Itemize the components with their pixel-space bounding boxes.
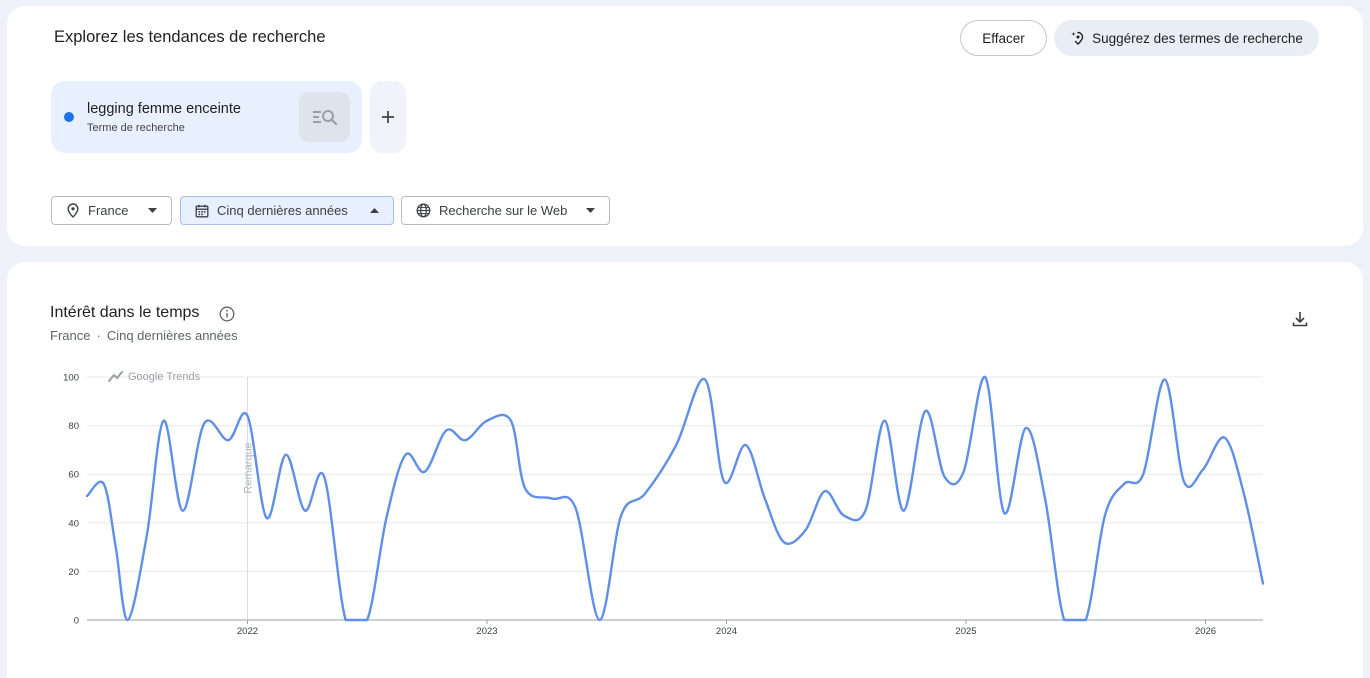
time-filter-label: Cinq dernières années [217, 203, 348, 218]
explore-card: Explorez les tendances de recherche Effa… [7, 6, 1363, 246]
x-tick-label: 2025 [955, 626, 976, 637]
watermark-label: Google Trends [128, 371, 201, 383]
add-term-button[interactable] [370, 81, 406, 153]
chevron-down-icon [586, 208, 595, 213]
property-filter-label: Recherche sur le Web [439, 203, 568, 218]
sparkle-pin-icon [1071, 31, 1084, 45]
calendar-icon [195, 204, 209, 217]
y-tick-label: 80 [68, 421, 79, 432]
plus-icon [382, 111, 394, 123]
y-tick-label: 100 [63, 373, 79, 384]
clear-button[interactable]: Effacer [960, 20, 1047, 56]
globe-icon [416, 203, 431, 218]
search-term-chip[interactable]: legging femme enceinte Terme de recherch… [51, 81, 362, 153]
x-tick-label: 2024 [716, 626, 737, 637]
suggest-terms-label: Suggérez des termes de recherche [1092, 30, 1303, 46]
geo-filter-label: France [88, 203, 129, 218]
interest-over-time-card: Intérêt dans le temps France · Cinq derniè… [7, 262, 1363, 678]
y-tick-label: 20 [68, 567, 79, 578]
list-search-icon [312, 110, 337, 126]
y-tick-label: 0 [74, 616, 79, 627]
chevron-down-icon [148, 208, 157, 213]
x-tick-label: 2026 [1195, 626, 1216, 637]
x-tick-label: 2022 [237, 626, 258, 637]
time-filter-dropdown[interactable]: Cinq dernières années [180, 196, 394, 225]
term-type-label: Terme de recherche [87, 122, 185, 134]
interest-line-chart: Remarque Google Trends 0 20 40 60 80 100 2022 2… [63, 371, 1265, 637]
term-name: legging femme enceinte [87, 101, 241, 117]
series-line-legging-femme-enceinte [85, 375, 1265, 622]
y-tick-label: 40 [68, 518, 79, 529]
geo-filter-dropdown[interactable]: France [51, 196, 172, 225]
y-tick-label: 60 [68, 470, 79, 481]
property-filter-dropdown[interactable]: Recherche sur le Web [401, 196, 610, 225]
page-title: Explorez les tendances de recherche [54, 28, 326, 46]
location-pin-icon [67, 203, 79, 218]
suggest-terms-button[interactable]: Suggérez des termes de recherche [1054, 20, 1319, 56]
x-tick-label: 2023 [476, 626, 497, 637]
term-color-dot [64, 112, 74, 122]
annotation-label: Remarque [242, 442, 254, 493]
chevron-up-icon [370, 208, 379, 213]
term-search-button[interactable] [299, 92, 350, 142]
